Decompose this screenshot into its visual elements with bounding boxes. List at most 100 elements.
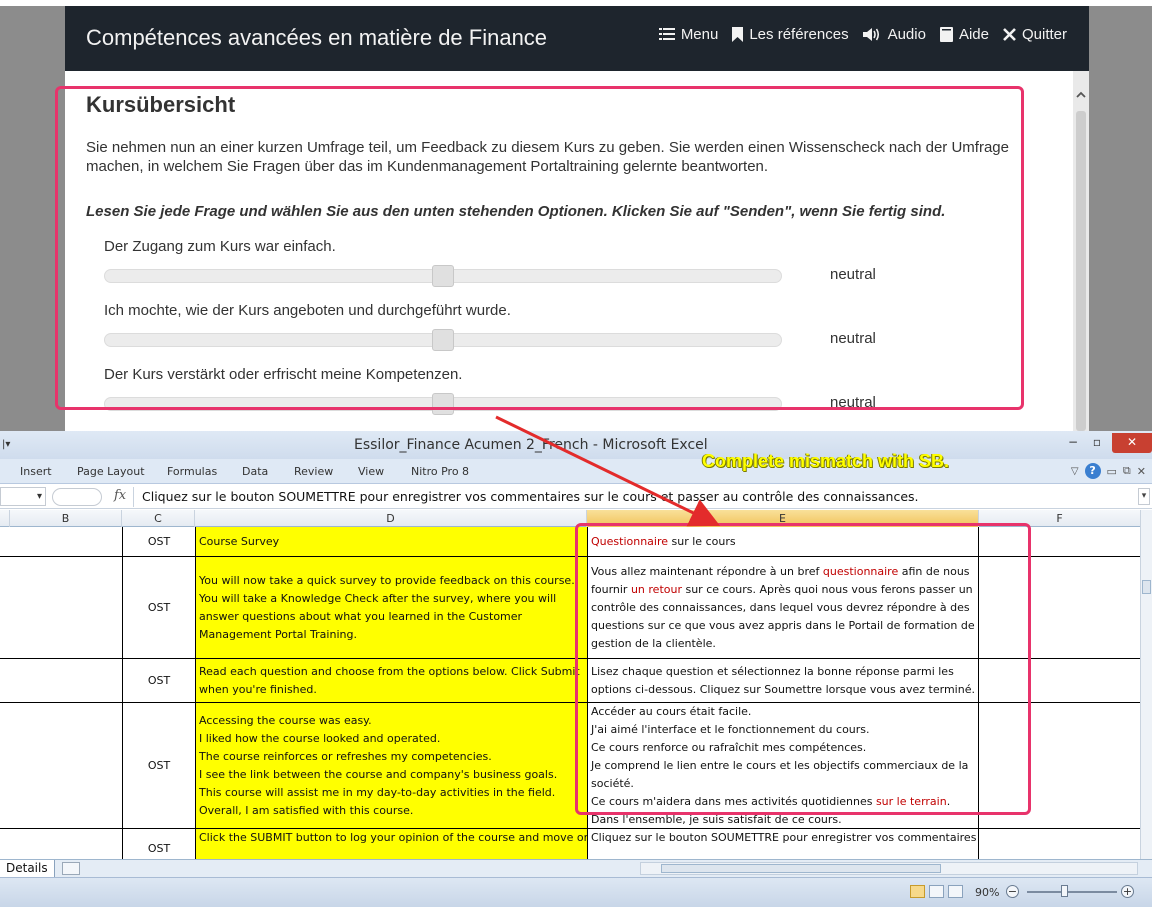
window-title: Essilor_Finance Acumen 2_French - Micros… — [354, 437, 708, 453]
column-header-f[interactable]: F — [979, 510, 1140, 527]
page-break-view-icon[interactable] — [948, 885, 963, 898]
quit-button[interactable]: Quitter — [1003, 26, 1067, 43]
tab-page-layout[interactable]: Page Layout — [77, 465, 145, 478]
text-segment: Ce cours m'aidera dans mes activités quo… — [591, 794, 876, 808]
menu-button[interactable]: Menu — [658, 26, 718, 43]
cell-empty[interactable] — [979, 659, 1140, 702]
cell-translation[interactable]: Vous allez maintenant répondre à un bref… — [587, 557, 979, 658]
tab-nitro[interactable]: Nitro Pro 8 — [411, 465, 469, 478]
excel-titlebar: |▾ Essilor_Finance Acumen 2_French - Mic… — [0, 431, 1152, 459]
column-header-e[interactable]: E — [587, 510, 979, 527]
annotation-note: Complete mismatch with SB. — [702, 451, 950, 471]
translation-line: gestion de la clientèle. — [591, 635, 975, 653]
cell-type[interactable]: OST — [122, 659, 195, 702]
cell-source-text[interactable]: Read each question and choose from the o… — [195, 659, 587, 702]
cell-empty[interactable] — [979, 557, 1140, 658]
course-scrollbar[interactable] — [1073, 71, 1089, 431]
help-icon[interactable]: ? — [1084, 463, 1101, 479]
survey-question: Ich mochte, wie der Kurs angeboten und d… — [104, 302, 1004, 351]
zoom-slider[interactable] — [1027, 891, 1117, 893]
page-title: Kursübersicht — [86, 92, 236, 117]
translation-line: questions sur ce que vous avez appris da… — [591, 617, 975, 635]
horizontal-scrollbar[interactable] — [640, 862, 1138, 875]
zoom-in-icon[interactable]: + — [1121, 885, 1134, 898]
cell-empty[interactable] — [979, 527, 1140, 556]
normal-view-icon[interactable] — [910, 885, 925, 898]
source-line: Overall, I am satisfied with this course… — [199, 803, 414, 817]
course-window: Compétences avancées en matière de Finan… — [65, 6, 1089, 431]
audio-label: Audio — [887, 26, 926, 43]
audio-button[interactable]: Audio — [862, 26, 926, 43]
column-header-c[interactable]: C — [122, 510, 195, 527]
quick-access-dropdown-icon[interactable]: |▾ — [2, 439, 10, 450]
chevron-up-icon[interactable] — [1075, 89, 1087, 101]
zoom-out-icon[interactable]: − — [1006, 885, 1019, 898]
minimize-icon[interactable]: − — [1062, 433, 1084, 453]
excel-window: |▾ Essilor_Finance Acumen 2_French - Mic… — [0, 431, 1152, 907]
minimize-icon[interactable]: ▭ — [1107, 465, 1117, 478]
cell-source-text[interactable]: Click the SUBMIT button to log your opin… — [195, 829, 587, 859]
chevron-down-icon[interactable]: ▾ — [1138, 488, 1150, 505]
source-line: when you're finished. — [199, 682, 317, 696]
maximize-icon[interactable]: ▫ — [1086, 433, 1108, 453]
elearning-player: Compétences avancées en matière de Finan… — [0, 0, 1152, 431]
rating-slider[interactable] — [104, 329, 782, 351]
formula-controls[interactable] — [52, 488, 102, 506]
select-all-corner[interactable] — [0, 510, 10, 527]
tab-data[interactable]: Data — [242, 465, 268, 478]
window-close-icon[interactable]: ✕ — [1112, 433, 1152, 453]
column-header-b[interactable]: B — [10, 510, 122, 527]
name-box[interactable]: ▾ — [0, 487, 46, 506]
rating-slider[interactable] — [104, 393, 782, 415]
cell-source-text[interactable]: Accessing the course was easy. I liked ho… — [195, 703, 587, 828]
cell-source-text[interactable]: You will now take a quick survey to prov… — [195, 557, 587, 658]
text-segment: Je comprend le lien entre le cours et le… — [591, 758, 969, 772]
cell-empty[interactable] — [979, 829, 1140, 859]
cell-type[interactable]: OST — [122, 703, 195, 828]
zoom-level[interactable]: 90% — [975, 886, 999, 899]
zoom-slider-thumb[interactable] — [1061, 885, 1068, 897]
text-segment: fournir — [591, 582, 631, 596]
rating-slider[interactable] — [104, 265, 782, 287]
sheet-tab-details[interactable]: Details — [0, 860, 55, 877]
cell-type[interactable]: OST — [122, 557, 195, 658]
formula-input[interactable]: Cliquez sur le bouton SOUMETTRE pour enr… — [142, 489, 919, 504]
insert-sheet-icon[interactable] — [62, 862, 80, 875]
cell-translation[interactable]: Lisez chaque question et sélectionnez la… — [587, 659, 979, 702]
scrollbar-thumb[interactable] — [1076, 111, 1086, 431]
slider-thumb[interactable] — [432, 265, 454, 287]
rating-value: neutral — [830, 394, 876, 411]
cell-type[interactable]: OST — [122, 829, 195, 859]
tab-insert[interactable]: Insert — [20, 465, 52, 478]
cell-translation[interactable]: Questionnaire sur le cours — [587, 527, 979, 556]
help-button[interactable]: Aide — [939, 26, 989, 43]
cell-translation[interactable]: Accéder au cours était facile. J'ai aimé … — [587, 703, 979, 828]
close-icon[interactable]: ✕ — [1137, 465, 1146, 478]
translation-line: Ce cours m'aidera dans mes activités quo… — [591, 793, 975, 811]
cell-type[interactable]: OST — [122, 527, 195, 556]
cell-source-text[interactable]: Course Survey — [195, 527, 587, 556]
references-button[interactable]: Les références — [732, 26, 849, 43]
ribbon-collapse-icon[interactable]: ▽ — [1071, 466, 1079, 477]
function-icon[interactable]: fx — [114, 488, 126, 503]
scrollbar-thumb[interactable] — [1142, 580, 1151, 594]
column-header-d[interactable]: D — [195, 510, 587, 527]
help-label: Aide — [958, 26, 989, 43]
cell-empty[interactable] — [979, 703, 1140, 828]
question-label: Der Zugang zum Kurs war einfach. — [104, 238, 336, 255]
tab-view[interactable]: View — [358, 465, 384, 478]
source-line: I see the link between the course and co… — [199, 767, 558, 781]
vertical-scrollbar[interactable] — [1140, 510, 1152, 859]
slider-thumb[interactable] — [432, 329, 454, 351]
cell-translation[interactable]: Cliquez sur le bouton SOUMETTRE pour enr… — [587, 829, 979, 859]
text-segment: J'ai aimé l'interface et le fonctionneme… — [591, 722, 870, 736]
translation-line: J'ai aimé l'interface et le fonctionneme… — [591, 721, 975, 739]
tab-formulas[interactable]: Formulas — [167, 465, 217, 478]
tab-review[interactable]: Review — [294, 465, 333, 478]
scrollbar-thumb[interactable] — [661, 864, 941, 873]
page-layout-view-icon[interactable] — [929, 885, 944, 898]
slider-thumb[interactable] — [432, 393, 454, 415]
restore-icon[interactable]: ⧉ — [1123, 464, 1131, 478]
formula-separator — [133, 487, 134, 507]
text-segment: sur le cours — [668, 534, 736, 548]
